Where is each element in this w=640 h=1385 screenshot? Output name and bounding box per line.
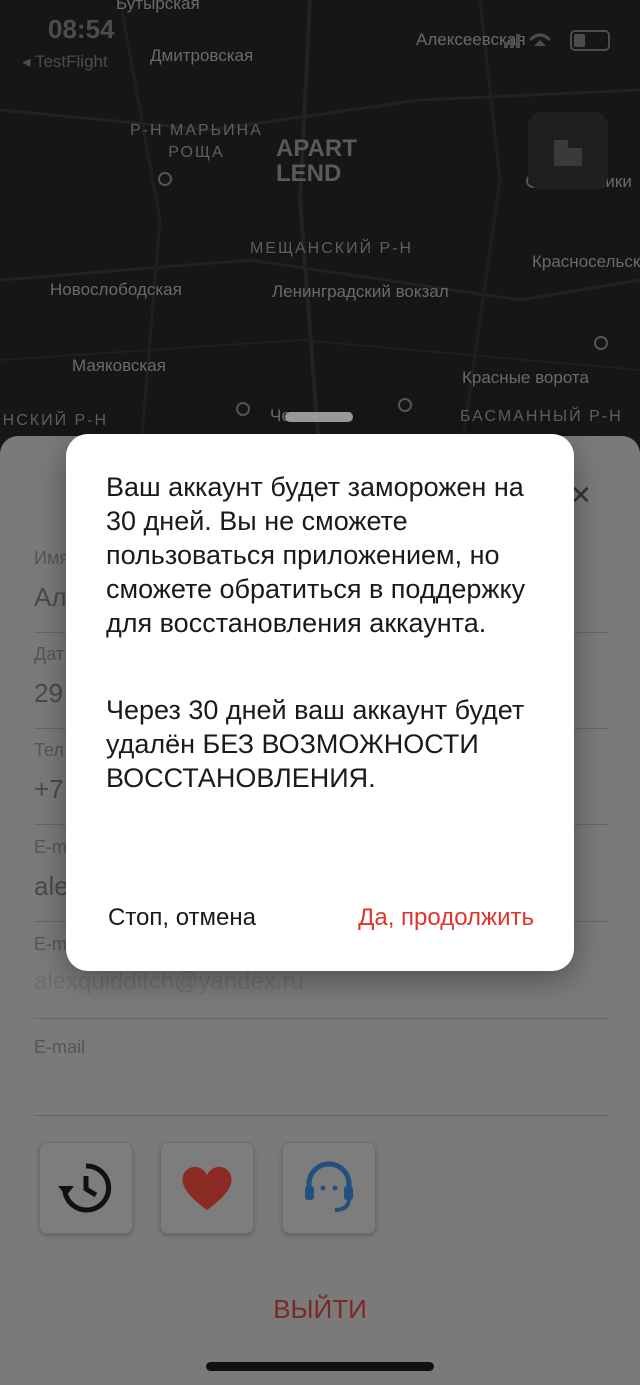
map-district: ЕНСКИЙ Р-Н <box>0 412 109 429</box>
metro-icon <box>594 336 608 350</box>
metro-icon <box>158 172 172 186</box>
map-district: МЕЩАНСКИЙ Р-Н <box>250 240 414 257</box>
map-label: Новослободская <box>50 280 182 299</box>
buildings-button[interactable] <box>528 112 608 190</box>
map-district: БАСМАННЫЙ Р-Н <box>460 408 623 425</box>
map-label: Дмитровская <box>150 46 254 65</box>
metro-icon <box>236 402 250 416</box>
map-label: Ленинградский вокзал <box>272 282 449 301</box>
back-to-testflight-link[interactable]: ◂ TestFlight <box>22 52 108 72</box>
dialog-warning: Через 30 дней ваш аккаунт будет удалён Б… <box>106 695 525 793</box>
support-button[interactable] <box>282 1142 376 1234</box>
status-time: 08:54 <box>48 14 115 44</box>
confirm-button[interactable]: Да, продолжить <box>358 904 534 932</box>
battery-icon <box>570 30 610 51</box>
signal-wifi-icon <box>504 33 552 48</box>
logout-button[interactable]: ВЫЙТИ <box>0 1294 640 1325</box>
map-label: Красные ворота <box>462 368 589 387</box>
map-label: Бутырская <box>116 0 200 13</box>
cancel-button[interactable]: Стоп, отмена <box>108 904 256 932</box>
email-field-3[interactable]: E-mail <box>34 1019 608 1116</box>
map-label: Маяковская <box>72 356 166 375</box>
sheet-handle[interactable] <box>285 412 353 422</box>
app-logo: APART LEND <box>276 135 357 187</box>
home-indicator <box>206 1362 434 1371</box>
metro-icon <box>398 398 412 412</box>
freeze-account-dialog: Ваш аккаунт будет заморожен на 30 дней. … <box>66 434 574 971</box>
history-icon <box>58 1163 112 1213</box>
support-headset-icon <box>305 1161 353 1212</box>
dialog-message: Ваш аккаунт будет заморожен на 30 дней. … <box>106 472 526 638</box>
history-button[interactable] <box>39 1142 133 1234</box>
map-label: Красносельская <box>532 252 640 271</box>
map-district: Р-Н МАРЬИНА РОЩА <box>130 122 263 161</box>
heart-icon <box>182 1166 232 1210</box>
favorites-button[interactable] <box>160 1142 254 1234</box>
buildings-icon <box>554 140 582 166</box>
